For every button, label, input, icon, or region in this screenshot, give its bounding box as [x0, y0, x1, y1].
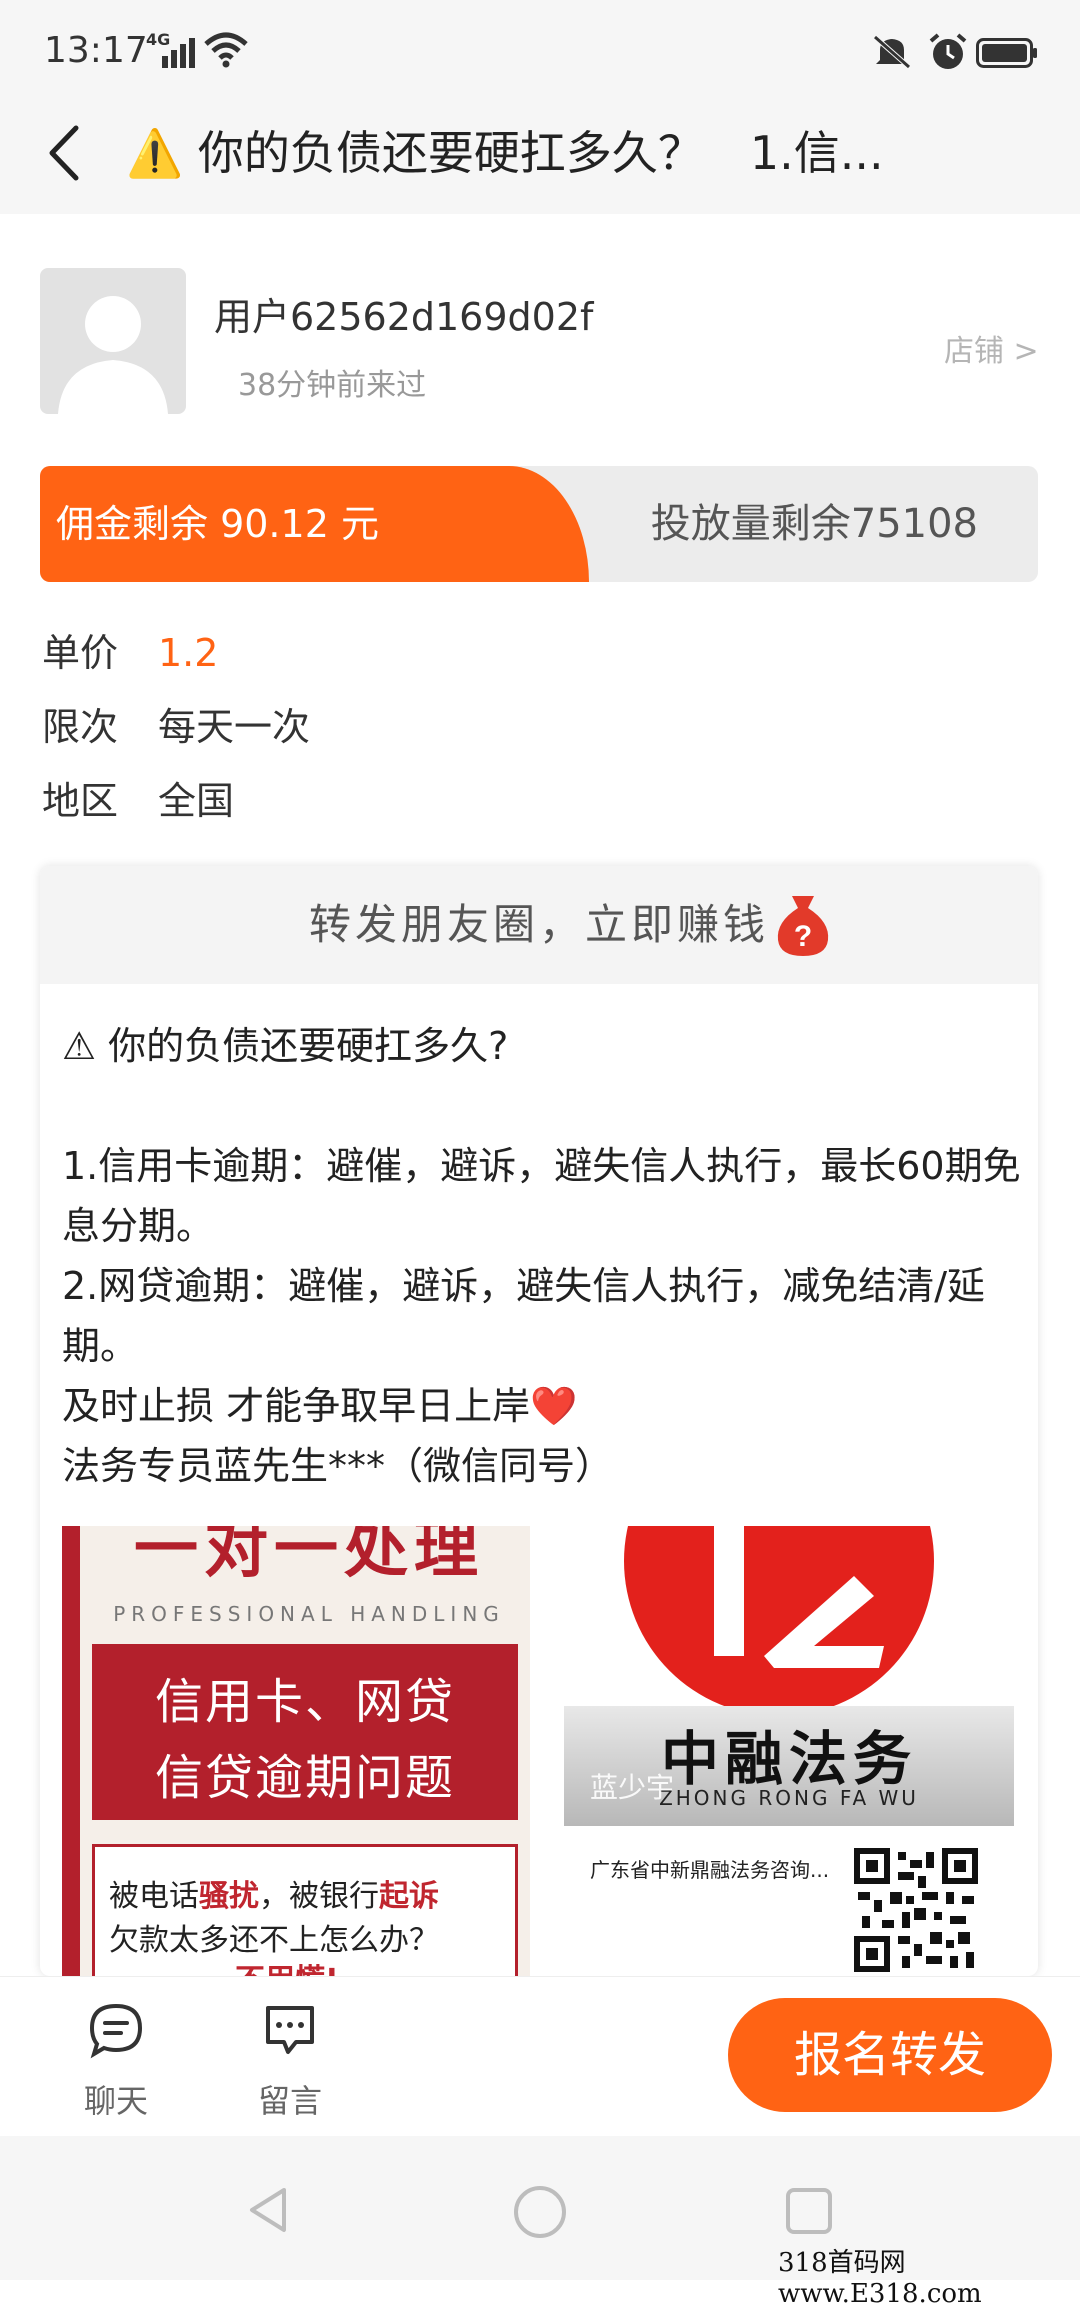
share-card-title: 转发朋友圈，立即赚钱 — [308, 900, 769, 949]
qr-code-icon — [854, 1848, 978, 1972]
limit-row: 限次 每天一次 — [42, 696, 310, 751]
battery-icon — [976, 38, 1037, 68]
poster-image-law-firm[interactable]: 中融法务 ZHONG RONG FA WU 蓝少宇 广东省中新鼎融法务咨询... — [564, 1526, 1014, 1976]
share-card-header[interactable]: 转发朋友圈，立即赚钱 ? — [40, 866, 1038, 984]
message-label: 留言 — [257, 2082, 322, 2120]
chat-tab[interactable]: 聊天 — [56, 2000, 176, 2120]
overlay-name: 蓝少宇 — [590, 1771, 675, 1804]
status-bar: 13:17 4G — [0, 0, 1080, 96]
limit-label: 限次 — [42, 705, 119, 749]
avatar[interactable] — [40, 268, 186, 414]
poster-question-2: 欠款太多还不上怎么办？ — [109, 1923, 439, 1958]
limit-value: 每天一次 — [158, 705, 311, 749]
poster-question-3: 不用慌! — [235, 1955, 339, 1976]
poster-question-1: 被电话骚扰，被银行起诉 — [109, 1879, 439, 1914]
logo-mark-icon — [714, 1526, 884, 1668]
commission-fill: 佣金剩余 90.12 元 — [40, 466, 589, 582]
post-content: ⚠ 你的负债还要硬扛多久? 1.信用卡逾期：避催，避诉，避失信人执行，最长60期… — [62, 1024, 1021, 1488]
svg-text:?: ? — [794, 920, 812, 953]
quota-remaining: 投放量剩余75108 — [650, 501, 978, 547]
region-label: 地区 — [42, 779, 119, 823]
poster-line-1: 信用卡、网贷 — [154, 1674, 455, 1730]
mute-icon — [873, 35, 911, 69]
commission-remaining: 佣金剩余 90.12 元 — [56, 502, 379, 546]
share-card: 转发朋友圈，立即赚钱 ? ⚠ 你的负债还要硬扛多久? 1.信用卡逾期：避催，避诉… — [40, 866, 1038, 1976]
wifi-icon — [204, 32, 248, 68]
nav-home-icon[interactable] — [512, 2184, 568, 2240]
poster-image-debt[interactable]: 一对一处理 PROFESSIONAL HANDLING 信用卡、网贷 信贷逾期问… — [62, 1526, 530, 1976]
region-value: 全国 — [158, 779, 235, 823]
nav-recents-icon[interactable] — [784, 2186, 834, 2236]
money-bag-icon: ? — [777, 896, 829, 956]
default-avatar-icon — [58, 296, 168, 414]
shop-link[interactable]: 店铺 > — [944, 326, 1039, 370]
join-share-button[interactable]: 报名转发 — [728, 1998, 1052, 2112]
alarm-icon — [929, 33, 967, 69]
back-arrow-icon[interactable] — [40, 118, 90, 188]
poster-line-2: 信贷逾期问题 — [154, 1750, 455, 1806]
chat-label: 聊天 — [83, 2082, 148, 2120]
chat-bubble-icon — [89, 2003, 143, 2059]
status-time: 13:17 — [44, 30, 148, 71]
last-seen-text: 38分钟前来过 — [238, 368, 427, 403]
comment-icon — [266, 2006, 314, 2054]
username: 用户62562d169d02f — [214, 295, 594, 339]
price-label: 单价 — [42, 631, 119, 675]
watermark-text: 318首码网 www.E318.com — [778, 2248, 982, 2309]
company-name: 广东省中新鼎融法务咨询... — [590, 1858, 830, 1882]
poster-headline: 一对一处理 — [134, 1526, 484, 1587]
price-row: 单价 1.2 — [42, 622, 218, 677]
nav-back-icon[interactable] — [244, 2184, 296, 2236]
poster-subtitle: PROFESSIONAL HANDLING — [113, 1602, 505, 1626]
poster-red-box: 信用卡、网贷 信贷逾期问题 — [92, 1644, 518, 1820]
page-title: ⚠️ 你的负债还要硬扛多久？ 1.信... — [126, 126, 884, 180]
price-value: 1.2 — [158, 631, 219, 675]
logo-red-circle — [624, 1526, 934, 1716]
message-tab[interactable]: 留言 — [230, 2000, 350, 2120]
poster-question-box: 被电话骚扰，被银行起诉 欠款太多还不上怎么办？ 不用慌! — [92, 1844, 518, 1976]
region-row: 地区 全国 — [42, 770, 234, 825]
network-type: 4G — [146, 30, 171, 49]
budget-progress-bar: 佣金剩余 90.12 元 投放量剩余75108 — [40, 466, 1038, 582]
